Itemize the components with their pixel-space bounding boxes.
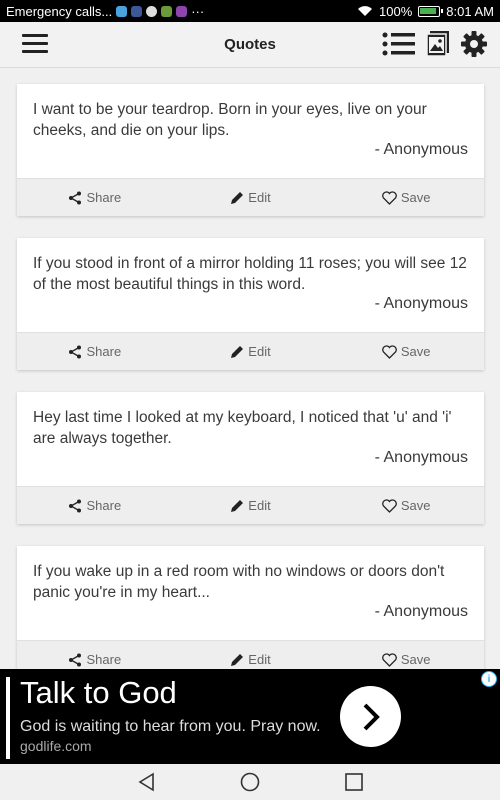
heart-icon (381, 652, 397, 667)
system-nav-bar (0, 764, 500, 800)
edit-button[interactable]: Edit (173, 333, 329, 370)
share-button[interactable]: Share (17, 179, 173, 216)
quote-card: I want to be your teardrop. Born in your… (17, 84, 484, 216)
ad-accent-bar (6, 677, 10, 759)
quote-text: If you wake up in a red room with no win… (33, 563, 445, 601)
clock: 8:01 AM (446, 3, 494, 19)
quote-card: If you wake up in a red room with no win… (17, 546, 484, 669)
battery-icon (418, 5, 444, 17)
app-notification-icon (116, 5, 128, 17)
share-button[interactable]: Share (17, 487, 173, 524)
status-left: Emergency calls... ··· (6, 4, 204, 19)
ad-headline[interactable]: Talk to God (20, 675, 177, 711)
save-button[interactable]: Save (328, 179, 484, 216)
recent-apps-icon[interactable] (344, 772, 364, 792)
home-icon[interactable] (240, 772, 260, 792)
save-label: Save (400, 190, 431, 205)
edit-button[interactable]: Edit (173, 179, 329, 216)
edit-button[interactable]: Edit (173, 487, 329, 524)
chevron-right-icon (363, 703, 380, 730)
edit-label: Edit (248, 498, 271, 513)
ad-url[interactable]: godlife.com (20, 738, 92, 754)
quote-card: Hey last time I looked at my keyboard, I… (17, 392, 484, 524)
share-icon (69, 191, 82, 204)
pencil-icon (231, 653, 244, 666)
notification-text: Emergency calls... (6, 3, 113, 19)
heart-icon (381, 498, 397, 513)
share-label: Share (86, 498, 122, 513)
facebook-icon (131, 5, 143, 17)
edit-label: Edit (248, 344, 271, 359)
card-actions: Share Edit Save (17, 332, 484, 370)
quote-text: I want to be your teardrop. Born in your… (33, 101, 427, 139)
page-title: Quotes (224, 36, 276, 53)
ad-description: God is waiting to hear from you. Pray no… (20, 718, 321, 735)
save-label: Save (400, 344, 431, 359)
battery-fill (420, 7, 437, 14)
save-label: Save (400, 498, 431, 513)
quote-body: I want to be your teardrop. Born in your… (17, 84, 484, 178)
card-actions: Share Edit Save (17, 486, 484, 524)
share-button[interactable]: Share (17, 641, 173, 669)
share-icon (69, 653, 82, 666)
save-button[interactable]: Save (328, 333, 484, 370)
quote-body: Hey last time I looked at my keyboard, I… (17, 392, 484, 486)
back-icon[interactable] (137, 772, 157, 792)
save-button[interactable]: Save (328, 641, 484, 669)
gallery-icon[interactable] (426, 30, 450, 58)
edit-button[interactable]: Edit (173, 641, 329, 669)
share-label: Share (86, 190, 122, 205)
save-label: Save (400, 652, 431, 667)
quote-author: - Anonymous (374, 295, 468, 312)
more-notifications-icon: ··· (191, 3, 205, 19)
app-notification-icon (161, 5, 173, 17)
settings-gear-icon[interactable] (460, 30, 488, 58)
quote-author: - Anonymous (374, 449, 468, 466)
wifi-icon (358, 6, 373, 16)
card-actions: Share Edit Save (17, 178, 484, 216)
app-bar: Quotes (0, 22, 500, 68)
pencil-icon (231, 345, 244, 358)
share-label: Share (86, 652, 122, 667)
quote-body: If you wake up in a red room with no win… (17, 546, 484, 640)
heart-icon (381, 190, 397, 205)
list-icon[interactable] (382, 30, 416, 58)
status-right: 100% 8:01 AM (357, 4, 494, 19)
share-button[interactable]: Share (17, 333, 173, 370)
quote-author: - Anonymous (374, 603, 468, 620)
card-actions: Share Edit Save (17, 640, 484, 669)
battery-percent: 100% (379, 3, 413, 19)
quote-author: - Anonymous (374, 141, 468, 158)
status-bar: Emergency calls... ··· 100% 8:01 AM (0, 0, 500, 22)
quote-text: If you stood in front of a mirror holdin… (33, 255, 467, 293)
quote-card: If you stood in front of a mirror holdin… (17, 238, 484, 370)
quote-text: Hey last time I looked at my keyboard, I… (33, 409, 452, 447)
pencil-icon (231, 191, 244, 204)
quotes-list: I want to be your teardrop. Born in your… (0, 68, 500, 669)
ad-info-icon[interactable]: i (481, 671, 497, 687)
save-button[interactable]: Save (328, 487, 484, 524)
pencil-icon (231, 499, 244, 512)
edit-label: Edit (248, 652, 271, 667)
share-label: Share (86, 344, 122, 359)
circle-notification-icon (146, 5, 158, 17)
quote-body: If you stood in front of a mirror holdin… (17, 238, 484, 332)
app-notification-icon (176, 5, 188, 17)
ad-open-button[interactable] (340, 686, 401, 747)
share-icon (69, 499, 82, 512)
heart-icon (381, 344, 397, 359)
share-icon (69, 345, 82, 358)
edit-label: Edit (248, 190, 271, 205)
ad-banner[interactable]: Talk to God God is waiting to hear from … (0, 669, 500, 764)
